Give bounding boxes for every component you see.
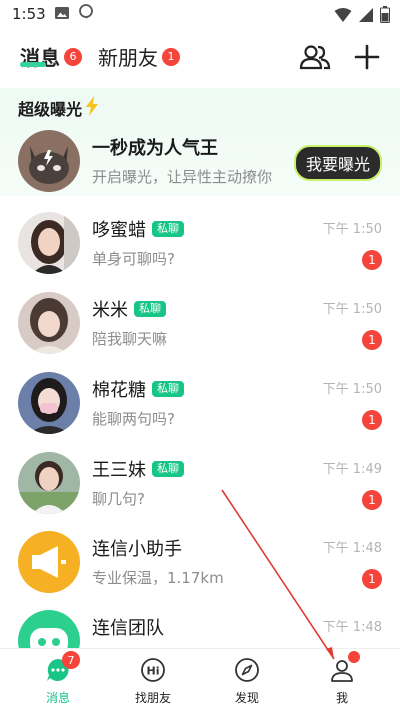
- tab-new-friends-label: 新朋友: [98, 46, 158, 70]
- contacts-icon[interactable]: [298, 40, 332, 74]
- plus-icon[interactable]: [350, 40, 384, 74]
- megaphone-icon: [18, 531, 80, 593]
- conversation-time: 下午 1:50: [322, 382, 382, 397]
- avatar: [18, 130, 80, 192]
- super-exposure-item-title: 一秒成为人气王: [92, 138, 218, 159]
- avatar: [18, 372, 80, 434]
- conversation-title: 王三妹 私聊: [92, 456, 184, 482]
- messages-screen: 1:53 消息 6 新朋友 1 超级曝光 一秒成为人气王 开启曝光，让异性主动撩…: [0, 0, 400, 711]
- private-chat-tag: 私聊: [134, 301, 166, 317]
- conversation-preview: 专业保温，1.17km: [92, 569, 224, 587]
- conversation-time: 下午 1:50: [322, 222, 382, 237]
- super-exposure-title-text: 超级曝光: [18, 100, 83, 119]
- avatar: [18, 292, 80, 354]
- conversation-row[interactable]: 王三妹 私聊 聊几句? 下午 1:49 1: [0, 452, 400, 532]
- tab-new-friends-badge: 1: [162, 47, 180, 66]
- conversation-row[interactable]: 米米 私聊 陪我聊天嘛 下午 1:50 1: [0, 292, 400, 372]
- conversation-name: 连信小助手: [92, 539, 182, 560]
- bottom-nav: 消息 7 Hi 找朋友 发现 我: [0, 648, 400, 711]
- nav-discover[interactable]: 发现: [207, 657, 287, 706]
- conversation-preview: 聊几句?: [92, 490, 145, 508]
- battery-icon: [380, 6, 390, 27]
- wifi-icon: [334, 7, 352, 27]
- svg-text:Hi: Hi: [147, 665, 160, 678]
- nav-me-dot: [348, 651, 360, 663]
- unread-badge: 1: [362, 330, 382, 350]
- private-chat-tag: 私聊: [152, 461, 184, 477]
- conversation-row[interactable]: 哆蜜蜡 私聊 单身可聊吗? 下午 1:50 1: [0, 212, 400, 292]
- nav-messages-label: 消息: [45, 691, 70, 705]
- super-exposure-title: 超级曝光: [18, 96, 100, 120]
- super-exposure-item-sub: 开启曝光，让异性主动撩你: [92, 168, 273, 186]
- conversation-time: 下午 1:49: [322, 462, 382, 477]
- conversation-name: 王三妹: [92, 460, 146, 481]
- header: 消息 6 新朋友 1: [0, 30, 400, 82]
- conversation-time: 下午 1:48: [322, 541, 382, 556]
- tab-messages-badge: 6: [64, 47, 82, 66]
- nav-find-friends-label: 找朋友: [134, 691, 171, 705]
- hi-icon: Hi: [140, 657, 166, 687]
- private-chat-tag: 私聊: [152, 381, 184, 397]
- conversation-row[interactable]: 连信小助手 专业保温，1.17km 下午 1:48 1: [0, 531, 400, 611]
- conversation-preview: 能聊两句吗?: [92, 410, 175, 428]
- status-bar: 1:53: [0, 0, 400, 28]
- conversation-name: 连信团队: [92, 618, 164, 639]
- conversation-name: 棉花糖: [92, 380, 146, 401]
- expose-button[interactable]: 我要曝光: [293, 145, 382, 181]
- conversation-time: 下午 1:48: [322, 620, 382, 635]
- message-status-icon: [78, 4, 94, 24]
- nav-me[interactable]: 我: [302, 651, 382, 706]
- conversation-title: 连信小助手: [92, 535, 182, 561]
- conversation-title: 米米 私聊: [92, 296, 166, 322]
- status-time: 1:53: [12, 5, 46, 23]
- unread-badge: 1: [362, 569, 382, 589]
- tab-new-friends[interactable]: 新朋友 1: [98, 42, 180, 71]
- conversation-time: 下午 1:50: [322, 302, 382, 317]
- nav-messages-badge: 7: [62, 651, 80, 669]
- nav-find-friends[interactable]: Hi 找朋友: [113, 657, 193, 706]
- active-tab-indicator: [20, 62, 46, 67]
- lightning-icon: [84, 96, 100, 120]
- unread-badge: 1: [362, 250, 382, 270]
- signal-icon: [358, 7, 374, 27]
- unread-badge: 1: [362, 410, 382, 430]
- conversation-row[interactable]: 棉花糖 私聊 能聊两句吗? 下午 1:50 1: [0, 372, 400, 452]
- unread-badge: 1: [362, 490, 382, 510]
- nav-me-label: 我: [335, 691, 348, 705]
- conversation-title: 棉花糖 私聊: [92, 376, 184, 402]
- gallery-icon: [54, 5, 70, 24]
- conversation-name: 米米: [92, 300, 128, 321]
- avatar: [18, 452, 80, 514]
- status-right: [334, 6, 390, 27]
- conversation-title: 连信团队: [92, 614, 164, 640]
- private-chat-tag: 私聊: [152, 221, 184, 237]
- nav-discover-label: 发现: [234, 691, 259, 705]
- conversation-name: 哆蜜蜡: [92, 220, 146, 241]
- conversation-preview: 陪我聊天嘛: [92, 330, 168, 348]
- nav-messages[interactable]: 消息 7: [18, 651, 98, 706]
- avatar: [18, 212, 80, 274]
- conversation-preview: 单身可聊吗?: [92, 250, 175, 268]
- compass-icon: [234, 657, 260, 687]
- conversation-title: 哆蜜蜡 私聊: [92, 216, 184, 242]
